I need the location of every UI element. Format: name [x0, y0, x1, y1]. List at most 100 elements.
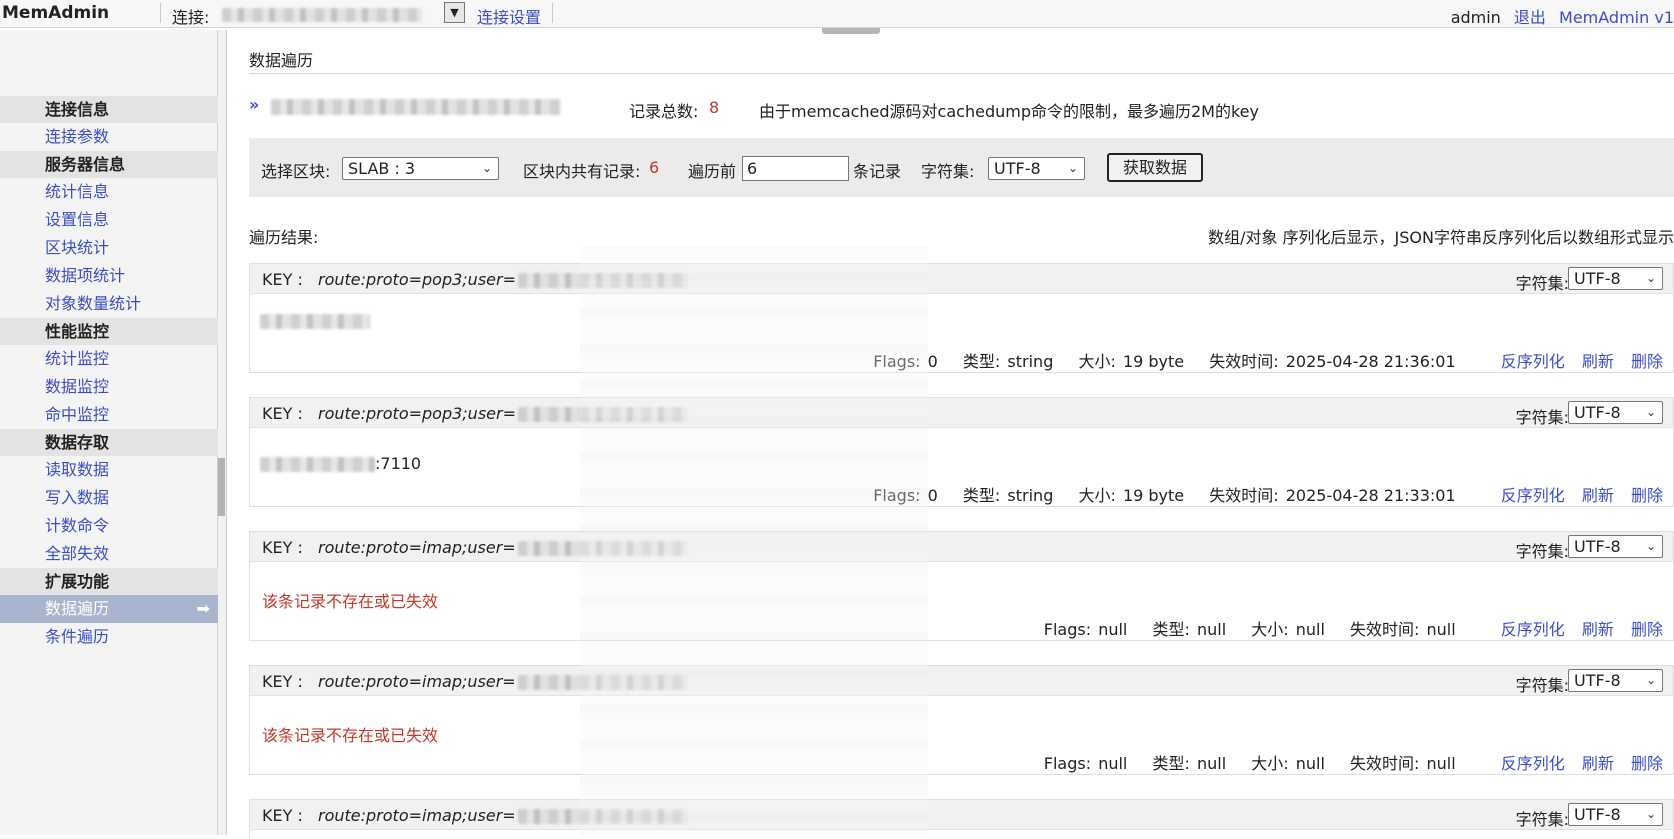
sidebar-item-counter[interactable]: 计数命令	[0, 512, 218, 540]
record-charset-select[interactable]: UTF-8 ⌄	[1568, 669, 1663, 692]
unserialize-link[interactable]: 反序列化	[1501, 352, 1565, 371]
delete-link[interactable]: 删除	[1631, 620, 1663, 639]
record-charset-select[interactable]: UTF-8 ⌄	[1568, 803, 1663, 826]
chevron-down-icon: ⌄	[1645, 807, 1656, 821]
record-header: KEY : route:proto=pop3;user= 字符集: UTF-8 ⌄	[250, 264, 1673, 294]
traverse-count-input[interactable]: 6	[742, 156, 849, 181]
slab-label: 选择区块:	[261, 162, 331, 181]
fetch-data-button[interactable]: 获取数据	[1107, 153, 1203, 182]
flags-label: Flags:	[1043, 620, 1092, 639]
connection-select[interactable]	[220, 3, 466, 24]
flags-value: 0	[927, 352, 938, 371]
slab-select-value: SLAB : 3	[348, 159, 416, 178]
sidebar-item-traverse[interactable]: 数据遍历 ➡	[0, 595, 218, 623]
unserialize-link[interactable]: 反序列化	[1501, 486, 1565, 505]
record-meta: Flags: null 类型: null 大小: null 失效时间: null…	[1024, 616, 1663, 640]
delete-link[interactable]: 删除	[1631, 352, 1663, 371]
sidebar-item-flush-all[interactable]: 全部失效	[0, 540, 218, 568]
nav-group-monitor: 性能监控	[0, 318, 218, 345]
record-charset-select[interactable]: UTF-8 ⌄	[1568, 267, 1663, 290]
sidebar-item-stats[interactable]: 统计信息	[0, 178, 218, 206]
flags-label: Flags:	[873, 352, 921, 371]
sidebar-item-settings[interactable]: 设置信息	[0, 206, 218, 234]
refresh-link[interactable]: 刷新	[1582, 620, 1614, 639]
connection-settings-link[interactable]: 连接设置	[477, 4, 541, 28]
size-value: 19 byte	[1122, 352, 1185, 371]
sidebar-item-conditional-traverse[interactable]: 条件遍历	[0, 623, 218, 651]
unserialize-link[interactable]: 反序列化	[1501, 754, 1565, 773]
result-hint: 数组/对象 序列化后显示，JSON字符串反序列化后以数组形式显示	[1208, 228, 1674, 247]
sidebar: 连接信息 连接参数 服务器信息 统计信息 设置信息 区块统计 数据项统计 对象数…	[0, 30, 218, 835]
expire-label: 失效时间:	[1209, 486, 1279, 505]
flags-value: null	[1098, 620, 1128, 639]
sidebar-item-connection-params[interactable]: 连接参数	[0, 123, 218, 151]
slab-count-value: 6	[649, 158, 660, 177]
record-charset-label: 字符集:	[1515, 408, 1569, 427]
sidebar-item-object-count[interactable]: 对象数量统计	[0, 290, 218, 318]
version-link[interactable]: MemAdmin v1	[1559, 8, 1674, 27]
sidebar-item-item-stats[interactable]: 数据项统计	[0, 262, 218, 290]
sidebar-splitter[interactable]	[218, 30, 227, 835]
sidebar-item-data-monitor[interactable]: 数据监控	[0, 373, 218, 401]
key-value: route:proto=imap;user=	[318, 672, 688, 691]
breadcrumb-chevron-icon: »	[249, 95, 260, 114]
chevron-down-icon: ⌄	[1645, 405, 1656, 419]
filter-bar: 选择区块: SLAB : 3 ⌄ 区块内共有记录: 6 遍历前 6 条记录 字符…	[249, 138, 1674, 197]
unserialize-link[interactable]: 反序列化	[1501, 620, 1565, 639]
sidebar-nav: 连接信息 连接参数 服务器信息 统计信息 设置信息 区块统计 数据项统计 对象数…	[0, 96, 218, 651]
sidebar-item-hit-monitor[interactable]: 命中监控	[0, 401, 218, 429]
key-value: route:proto=pop3;user=	[318, 270, 688, 289]
top-bar: MemAdmin 连接: ▼ 连接设置 admin 退出 MemAdmin v1	[0, 0, 1674, 28]
redacted-key	[517, 541, 688, 556]
sidebar-item-stats-monitor[interactable]: 统计监控	[0, 345, 218, 373]
charset-label: 字符集:	[921, 162, 975, 181]
chevron-down-icon: ⌄	[1645, 271, 1656, 285]
refresh-link[interactable]: 刷新	[1582, 754, 1614, 773]
nav-group-connection: 连接信息	[0, 96, 218, 123]
expire-value: 2025-04-28 21:33:01	[1285, 486, 1456, 505]
record-charset-label: 字符集:	[1515, 542, 1569, 561]
record-charset-select[interactable]: UTF-8 ⌄	[1568, 401, 1663, 424]
refresh-link[interactable]: 刷新	[1582, 486, 1614, 505]
page-title: 数据遍历	[249, 51, 314, 70]
nav-group-extensions: 扩展功能	[0, 568, 218, 595]
record-charset-select[interactable]: UTF-8 ⌄	[1568, 535, 1663, 558]
chevron-down-icon: ⌄	[1067, 161, 1078, 175]
charset-select[interactable]: UTF-8 ⌄	[988, 157, 1085, 180]
dropdown-arrow-icon[interactable]: ▼	[444, 2, 465, 23]
chevron-down-icon: ⌄	[1645, 673, 1656, 687]
record-card: KEY : route:proto=pop3;user= 字符集: UTF-8 ⌄…	[249, 263, 1674, 373]
redacted-server	[271, 99, 561, 115]
type-value: null	[1196, 754, 1227, 773]
type-label: 类型:	[1152, 620, 1190, 639]
flags-label: Flags:	[1043, 754, 1092, 773]
chevron-down-icon: ⌄	[481, 161, 492, 175]
size-label: 大小:	[1251, 620, 1289, 639]
slab-select[interactable]: SLAB : 3 ⌄	[342, 157, 499, 180]
logout-link[interactable]: 退出	[1514, 8, 1546, 27]
splitter-grip[interactable]	[218, 458, 225, 516]
record-card: KEY : route:proto=imap;user= 字符集: UTF-8 ⌄…	[249, 665, 1674, 775]
key-label: KEY :	[262, 806, 303, 825]
expire-value: null	[1426, 620, 1456, 639]
size-value: null	[1295, 754, 1325, 773]
size-label: 大小:	[1078, 352, 1116, 371]
sidebar-item-label: 数据遍历	[45, 599, 110, 618]
refresh-link[interactable]: 刷新	[1582, 352, 1614, 371]
title-divider	[249, 73, 1674, 74]
delete-link[interactable]: 删除	[1631, 486, 1663, 505]
delete-link[interactable]: 删除	[1631, 754, 1663, 773]
record-header: KEY : route:proto=pop3;user= 字符集: UTF-8 ⌄	[250, 398, 1673, 428]
record-card: KEY : route:proto=imap;user= 字符集: UTF-8 ⌄…	[249, 531, 1674, 641]
sidebar-item-write-data[interactable]: 写入数据	[0, 484, 218, 512]
size-label: 大小:	[1251, 754, 1289, 773]
result-header: 遍历结果: 数组/对象 序列化后显示，JSON字符串反序列化后以数组形式显示	[249, 224, 1674, 247]
flags-value: 0	[927, 486, 938, 505]
sidebar-item-slab-stats[interactable]: 区块统计	[0, 234, 218, 262]
type-label: 类型:	[962, 352, 1001, 371]
sidebar-item-read-data[interactable]: 读取数据	[0, 456, 218, 484]
record-meta: Flags: null 类型: null 大小: null 失效时间: null…	[1024, 750, 1663, 774]
top-scroll-grip[interactable]	[822, 28, 880, 34]
expire-label: 失效时间:	[1209, 352, 1279, 371]
type-value: string	[1007, 352, 1054, 371]
